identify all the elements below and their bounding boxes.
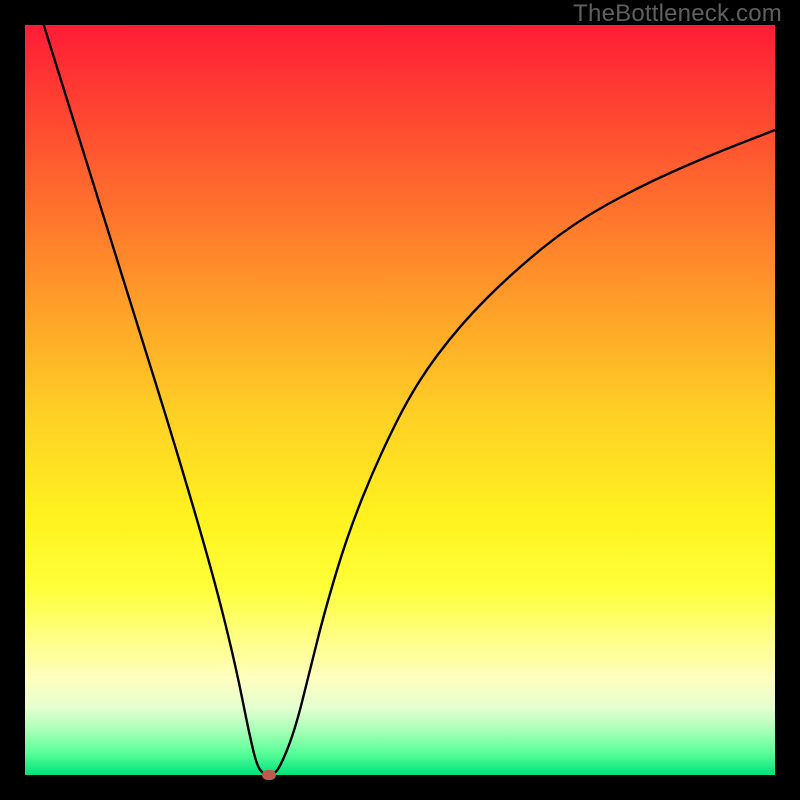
- chart-frame: TheBottleneck.com: [0, 0, 800, 800]
- optimum-marker: [262, 770, 276, 780]
- bottleneck-curve-path: [44, 25, 775, 775]
- watermark-text: TheBottleneck.com: [573, 0, 782, 28]
- plot-area: [25, 25, 775, 775]
- curve-svg: [25, 25, 775, 775]
